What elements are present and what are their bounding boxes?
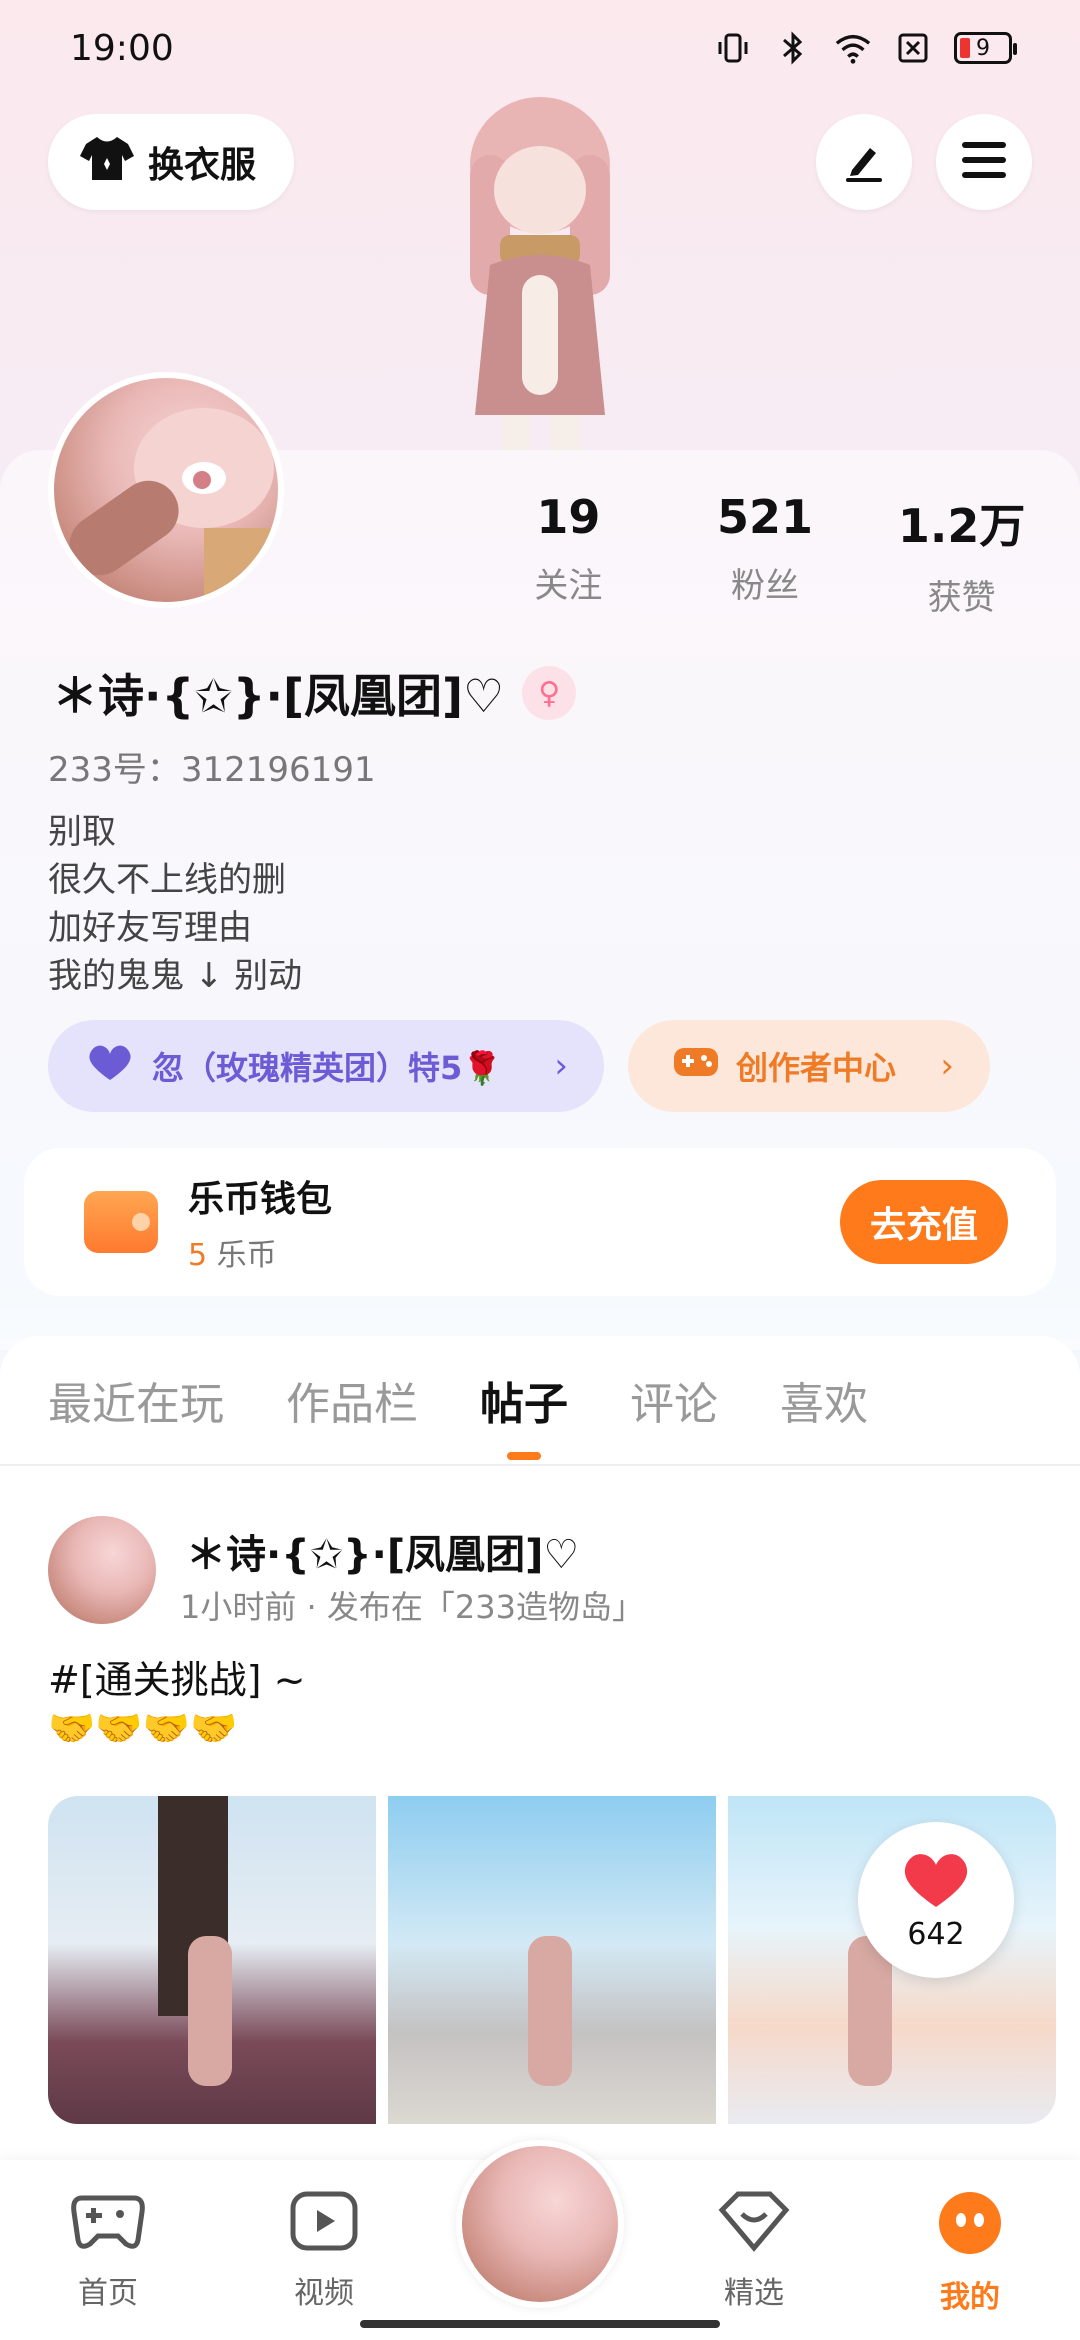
post-author: ＊诗·{✩}·[凤凰团]♡ (186, 1532, 580, 1578)
vibrate-icon (714, 29, 752, 67)
profile-avatar[interactable] (48, 372, 284, 608)
nav-me-label: 我的 (940, 2280, 1000, 2315)
home-indicator[interactable] (360, 2320, 720, 2328)
sim-off-icon (894, 29, 932, 67)
nav-featured[interactable]: 精选 (694, 2190, 814, 2312)
wallet-card[interactable]: 乐币钱包 5 乐币 去充值 (24, 1148, 1056, 1296)
chevron-right-icon: › (554, 1046, 568, 1086)
gamepad-icon (672, 1044, 720, 1088)
tab-posts[interactable]: 帖子 (480, 1368, 568, 1432)
tab-recently-played[interactable]: 最近在玩 (48, 1368, 224, 1432)
post-author-avatar[interactable] (48, 1516, 156, 1624)
creator-center-label: 创作者中心 (736, 1049, 897, 1087)
content-tabs: 最近在玩 作品栏 帖子 评论 喜欢 (0, 1336, 1080, 1466)
nav-featured-label: 精选 (724, 2276, 784, 2311)
nav-me[interactable]: 我的 (910, 2190, 1030, 2316)
stat-followers[interactable]: 521 粉丝 (667, 490, 864, 619)
post-image[interactable] (48, 1796, 376, 2124)
bio: 别取 很久不上线的删 加好友写理由 我的鬼鬼 ↓ 别动 (48, 808, 302, 1000)
nickname-row: ＊诗·{✩}·[凤凰团]♡ ♀ (52, 660, 577, 726)
wifi-icon (834, 29, 872, 67)
hamburger-icon (960, 140, 1008, 184)
chevron-right-icon: › (940, 1046, 954, 1086)
wallet-title: 乐币钱包 (188, 1179, 333, 1220)
gamepad-icon (70, 2195, 146, 2260)
wallet-icon (84, 1191, 158, 1253)
tshirt-icon (80, 134, 134, 191)
stat-following-value: 19 (536, 490, 601, 544)
recharge-button[interactable]: 去充值 (840, 1180, 1008, 1264)
wallet-balance: 5 乐币 (188, 1230, 332, 1274)
bio-line: 加好友写理由 (48, 908, 252, 948)
female-icon: ♀ (522, 666, 577, 720)
post-image[interactable] (388, 1796, 716, 2124)
like-count: 642 (907, 1916, 965, 1952)
post-text-line: #[通关挑战] ~ (48, 1658, 306, 1702)
change-outfit-button[interactable]: 换衣服 (48, 114, 294, 210)
status-icons: 9 (714, 29, 1017, 67)
post-text-line: 🤝🤝🤝🤝 (48, 1706, 238, 1750)
wallet-amount: 5 (188, 1238, 208, 1273)
tab-likes[interactable]: 喜欢 (780, 1368, 868, 1432)
play-icon (289, 2191, 359, 2260)
stat-following[interactable]: 19 关注 (470, 490, 667, 619)
wallet-unit: 乐币 (216, 1238, 277, 1273)
post-text: #[通关挑战] ~ 🤝🤝🤝🤝 (48, 1656, 305, 1752)
menu-button[interactable] (936, 114, 1032, 210)
character-avatar-figure[interactable] (430, 95, 650, 450)
bio-line: 别取 (48, 812, 116, 852)
profile-page: 19:00 9 换衣服 19 关注 521 粉丝 1.2万 获赞 ＊诗·{✩}·… (0, 0, 1080, 2340)
creator-center-pill[interactable]: 创作者中心 › (628, 1020, 990, 1112)
nav-home[interactable]: 首页 (48, 2190, 168, 2312)
wallet-text: 乐币钱包 5 乐币 (188, 1170, 332, 1274)
change-outfit-label: 换衣服 (148, 145, 257, 186)
stat-likes[interactable]: 1.2万 获赞 (863, 490, 1060, 619)
stat-likes-value: 1.2万 (897, 499, 1026, 553)
battery-level: 9 (976, 35, 990, 61)
heart-shield-icon (718, 2191, 790, 2260)
tab-works[interactable]: 作品栏 (286, 1368, 418, 1432)
heart-icon (901, 1849, 971, 1913)
nav-video-label: 视频 (294, 2276, 354, 2311)
stat-followers-label: 粉丝 (731, 566, 799, 606)
bio-line: 我的鬼鬼 ↓ 别动 (48, 956, 303, 996)
stat-followers-value: 521 (716, 490, 814, 544)
user-id: 233号：312196191 (48, 750, 376, 790)
battery-icon: 9 (954, 32, 1017, 64)
nav-home-label: 首页 (78, 2276, 138, 2311)
stat-likes-label: 获赞 (927, 578, 996, 618)
bluetooth-icon (774, 29, 812, 67)
club-pill[interactable]: 忽（玫瑰精英团）特5🌹 › (48, 1020, 604, 1112)
club-pill-label: 忽（玫瑰精英团）特5🌹 (152, 1049, 503, 1087)
bio-line: 很久不上线的删 (48, 860, 286, 900)
like-button[interactable]: 642 (858, 1822, 1014, 1978)
nav-video[interactable]: 视频 (264, 2190, 384, 2312)
pencil-icon (840, 136, 888, 188)
status-bar: 19:00 9 (0, 0, 1080, 96)
profile-stats: 19 关注 521 粉丝 1.2万 获赞 (470, 490, 1060, 619)
status-time: 19:00 (70, 27, 174, 69)
stat-following-label: 关注 (534, 566, 603, 606)
heart-icon (86, 1042, 134, 1090)
post-meta: 1小时前 · 发布在「233造物岛」 (180, 1588, 644, 1626)
edit-profile-button[interactable] (816, 114, 912, 210)
tab-comments[interactable]: 评论 (630, 1368, 718, 1432)
post-card[interactable]: ＊诗·{✩}·[凤凰团]♡ 1小时前 · 发布在「233造物岛」 #[通关挑战]… (0, 1466, 1080, 2166)
nav-center-avatar[interactable] (456, 2140, 624, 2308)
face-icon (937, 2192, 1003, 2264)
nickname: ＊诗·{✩}·[凤凰团]♡ (52, 669, 505, 723)
